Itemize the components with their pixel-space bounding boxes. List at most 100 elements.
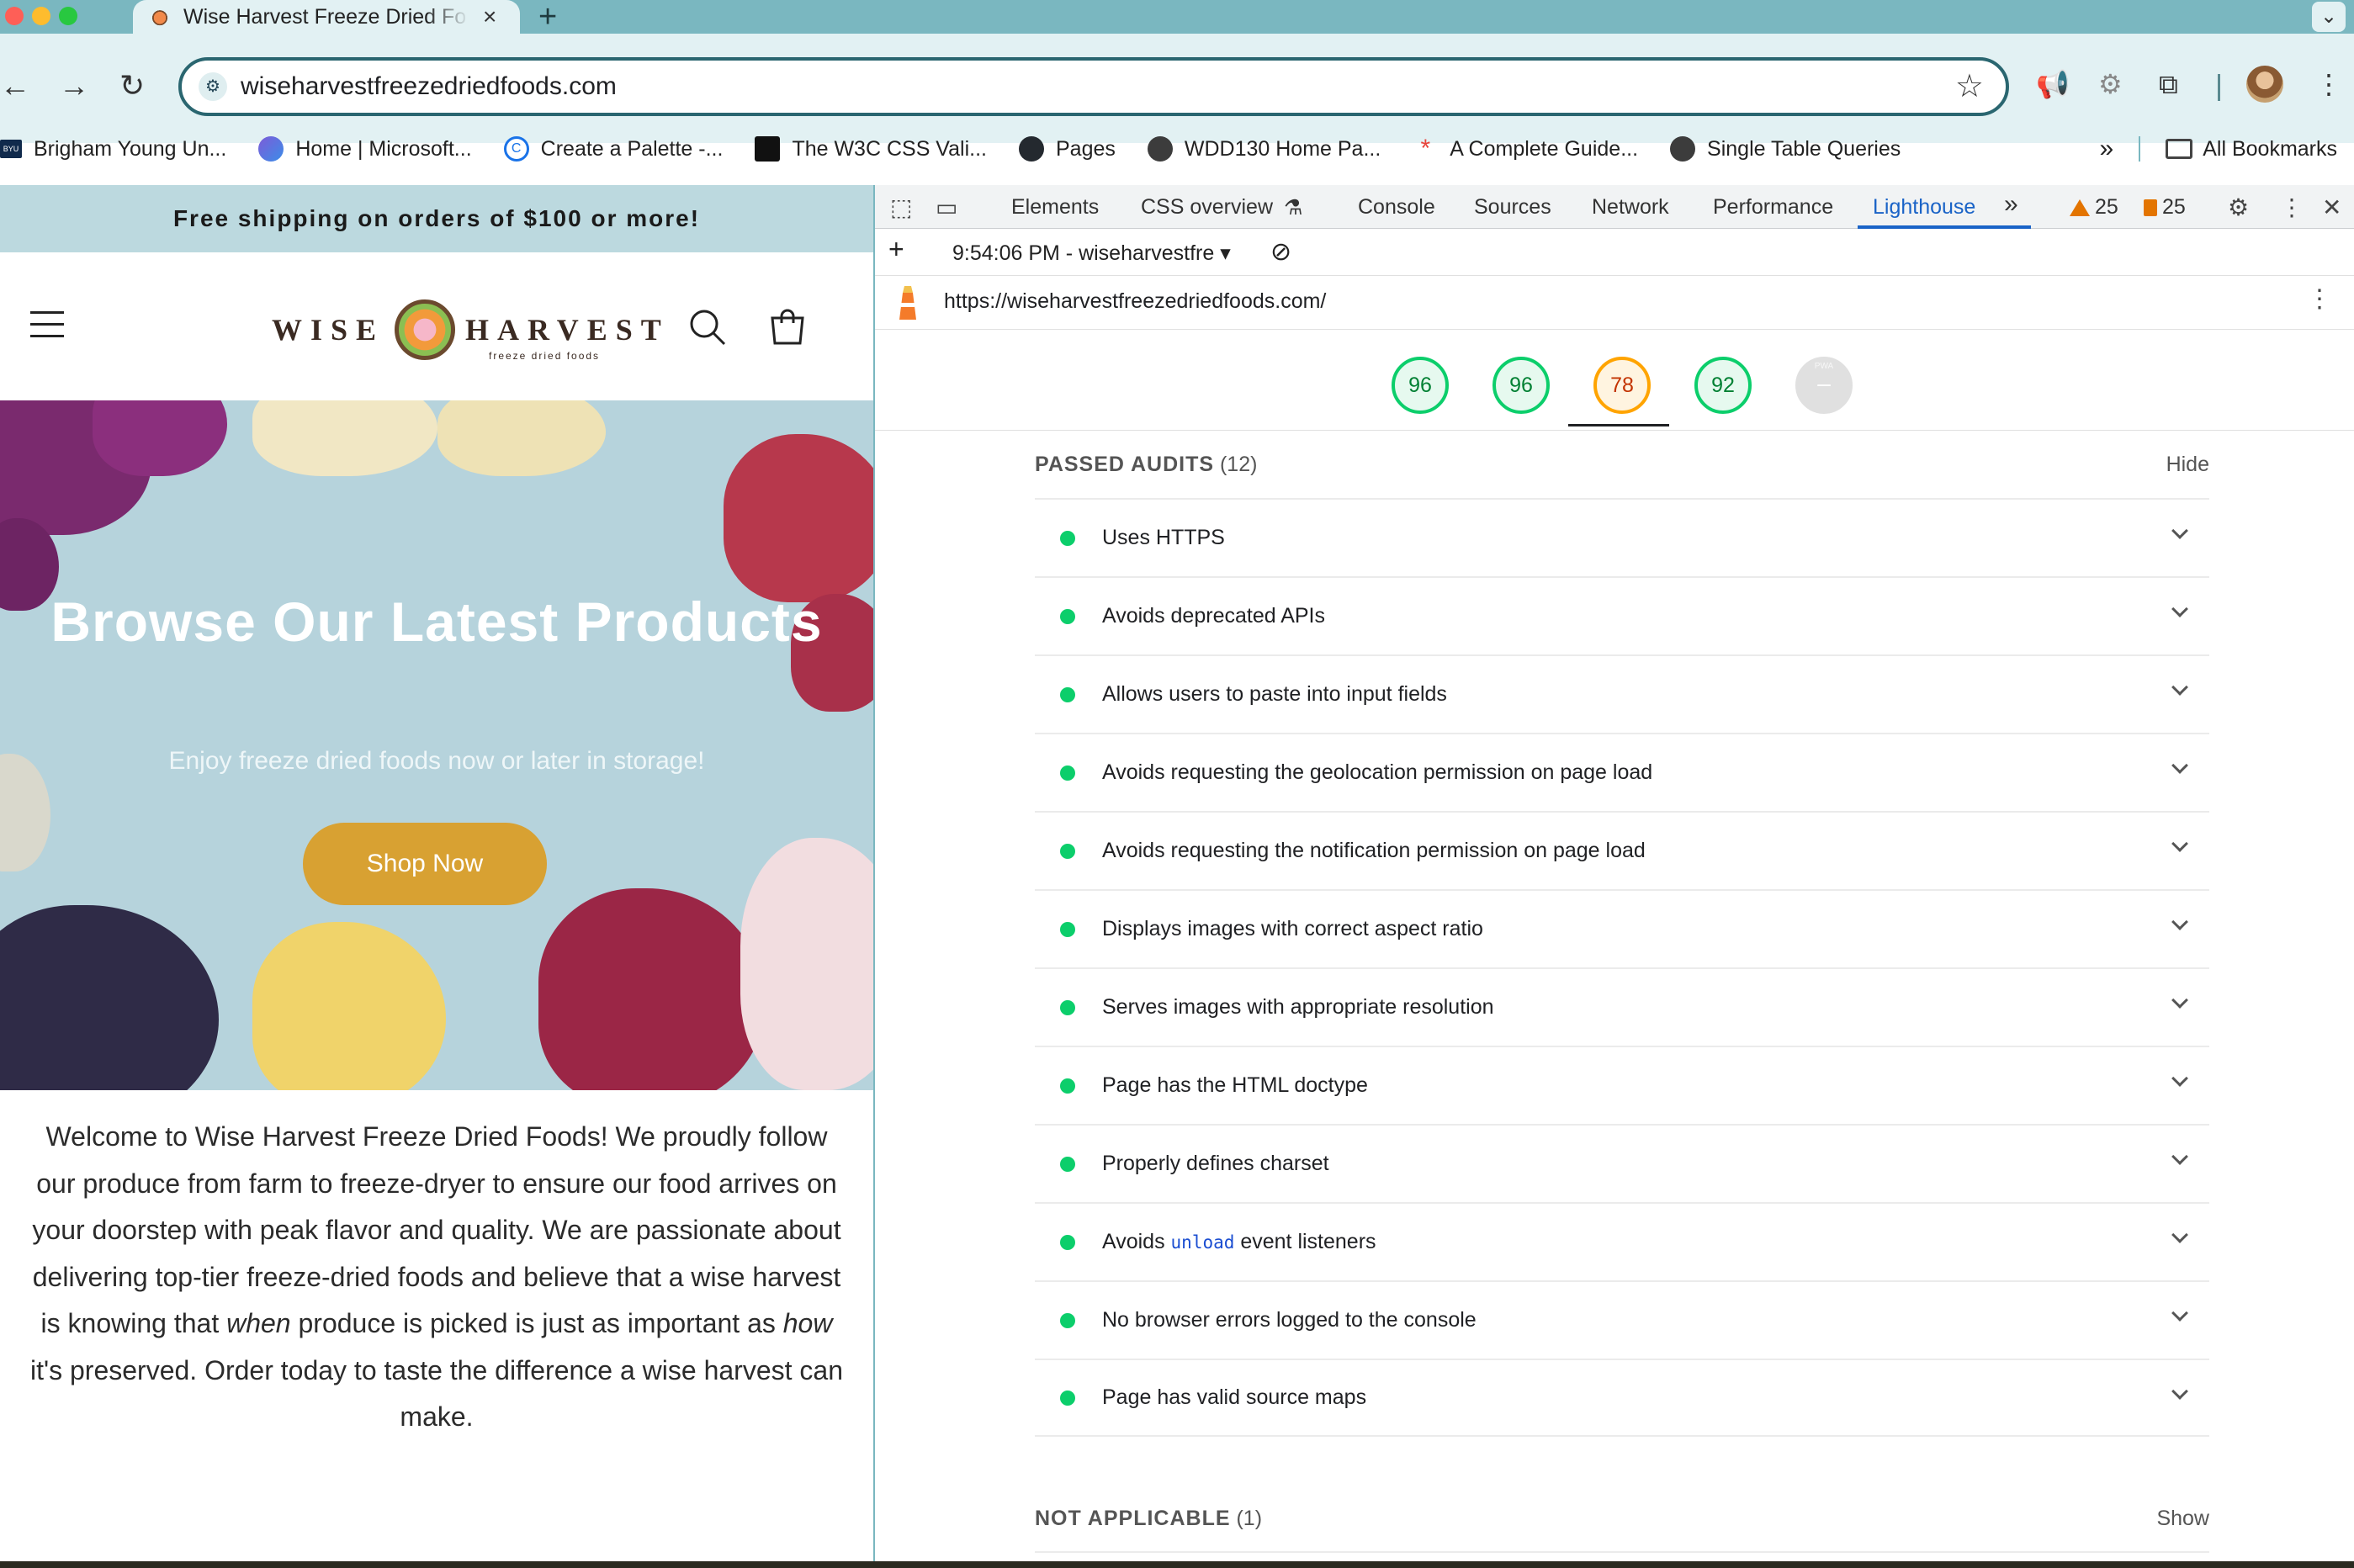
audit-row[interactable]: Avoids deprecated APIs	[1035, 576, 2209, 654]
score-gauges: 96 96 78 92 PWA –	[875, 330, 2354, 431]
expand-chevron-icon[interactable]	[2171, 1148, 2188, 1165]
extensions-puzzle-icon[interactable]: ⧉	[2159, 67, 2178, 101]
tab-network[interactable]: Network	[1592, 195, 1669, 220]
close-window-button[interactable]	[5, 7, 24, 25]
tab-sources[interactable]: Sources	[1474, 195, 1551, 220]
globe-icon	[1147, 136, 1173, 162]
bookmark-item[interactable]: WDD130 Home Pa...	[1147, 136, 1381, 162]
bookmark-item[interactable]: BYU Brigham Young Un...	[0, 137, 226, 162]
close-devtools-icon[interactable]: ✕	[2322, 193, 2341, 221]
more-bookmarks-chevron-icon[interactable]: »	[2100, 135, 2114, 163]
device-toolbar-icon[interactable]: ▭	[936, 193, 957, 221]
score-gauge-best-practices[interactable]: 78	[1593, 357, 1651, 414]
close-tab-icon[interactable]: ×	[483, 3, 496, 30]
zoom-window-button[interactable]	[59, 7, 77, 25]
pass-dot-icon	[1060, 1156, 1075, 1172]
welcome-text: it's preserved. Order today to taste the…	[29, 1354, 843, 1433]
bookmark-star-icon[interactable]: ☆	[1955, 67, 1984, 105]
expand-chevron-icon[interactable]	[2171, 1226, 2188, 1243]
menu-hamburger-icon[interactable]	[30, 311, 64, 340]
audit-row[interactable]: Serves images with appropriate resolutio…	[1035, 967, 2209, 1046]
score-gauge-accessibility[interactable]: 96	[1492, 357, 1550, 414]
audit-row[interactable]: Uses HTTPS	[1035, 498, 2209, 576]
cart-icon[interactable]	[767, 306, 808, 347]
pineapple-decoration	[437, 400, 606, 476]
tab-lighthouse[interactable]: Lighthouse	[1873, 195, 1975, 220]
bookmark-item[interactable]: Single Table Queries	[1670, 136, 1901, 162]
tab-css-overview[interactable]: CSS overview	[1141, 195, 1273, 220]
expand-chevron-icon[interactable]	[2171, 914, 2188, 930]
tab-search-chevron-icon[interactable]: ⌄	[2312, 2, 2346, 32]
score-gauge-performance[interactable]: 96	[1392, 357, 1449, 414]
pass-dot-icon	[1060, 921, 1075, 937]
tab-title: Wise Harvest Freeze Dried Fo	[183, 4, 467, 29]
settings-gear-icon[interactable]: ⚙	[2228, 193, 2249, 221]
extension-megaphone-icon[interactable]: 📢	[2036, 67, 2070, 101]
audit-row[interactable]: Page has the HTML doctype	[1035, 1046, 2209, 1124]
browser-menu-icon[interactable]: ⋮	[2315, 67, 2342, 101]
inspect-element-icon[interactable]: ⬚	[890, 193, 912, 221]
minimize-window-button[interactable]	[32, 7, 50, 25]
browser-tab-active[interactable]: Wise Harvest Freeze Dried Fo ×	[133, 0, 520, 34]
new-tab-button[interactable]: +	[538, 0, 557, 34]
report-selector[interactable]: 9:54:06 PM - wiseharvestfre ▾	[952, 241, 1231, 266]
shop-now-button[interactable]: Shop Now	[303, 823, 547, 905]
bookmark-label: Home | Microsoft...	[295, 136, 472, 161]
more-tabs-chevron-icon[interactable]: »	[2004, 190, 2018, 219]
all-bookmarks-button[interactable]: All Bookmarks	[2166, 137, 2337, 162]
pwa-dash-icon: –	[1817, 370, 1831, 396]
audit-row[interactable]: Avoids requesting the geolocation permis…	[1035, 733, 2209, 811]
bookmark-label: Create a Palette -...	[540, 136, 724, 161]
hide-passed-audits-button[interactable]: Hide	[2166, 453, 2209, 477]
site-logo[interactable]: WISE HARVEST freeze dried foods	[272, 299, 670, 362]
devtools-menu-icon[interactable]: ⋮	[2280, 193, 2304, 221]
expand-chevron-icon[interactable]	[2171, 601, 2188, 617]
score-gauge-pwa[interactable]: PWA –	[1795, 357, 1853, 414]
expand-chevron-icon[interactable]	[2171, 679, 2188, 696]
forward-arrow-icon[interactable]: →	[59, 69, 89, 103]
back-arrow-icon[interactable]: ←	[0, 69, 30, 103]
audit-row[interactable]: Properly defines charset	[1035, 1124, 2209, 1202]
profile-avatar[interactable]	[2246, 66, 2283, 103]
raspberry-decoration	[538, 888, 766, 1090]
score-gauge-seo[interactable]: 92	[1694, 357, 1752, 414]
tab-elements[interactable]: Elements	[1011, 195, 1099, 220]
expand-chevron-icon[interactable]	[2171, 522, 2188, 539]
bookmark-item[interactable]: * A Complete Guide...	[1413, 136, 1638, 162]
search-icon[interactable]	[688, 308, 727, 347]
report-menu-icon[interactable]: ⋮	[2307, 284, 2332, 314]
extension-gear-icon[interactable]: ⚙	[2098, 67, 2123, 101]
expand-chevron-icon[interactable]	[2171, 835, 2188, 852]
expand-chevron-icon[interactable]	[2171, 1305, 2188, 1322]
audit-row[interactable]: Displays images with correct aspect rati…	[1035, 889, 2209, 967]
reload-icon[interactable]: ↻	[119, 69, 145, 103]
audit-row[interactable]: Allows users to paste into input fields	[1035, 654, 2209, 733]
audit-row[interactable]: No browser errors logged to the console	[1035, 1280, 2209, 1359]
audit-row[interactable]: Avoids unload event listeners	[1035, 1202, 2209, 1280]
bookmark-item[interactable]: The W3C CSS Vali...	[755, 136, 987, 162]
expand-chevron-icon[interactable]	[2171, 992, 2188, 1009]
warnings-badge[interactable]: 25	[2070, 195, 2118, 220]
toolbar-divider	[2218, 74, 2220, 101]
address-bar-url[interactable]: wiseharvestfreezedriedfoods.com	[241, 72, 617, 101]
tab-console[interactable]: Console	[1358, 195, 1435, 220]
devtools-panel: ⬚ ▭ Elements CSS overview ⚗ Console Sour…	[873, 185, 2354, 1568]
address-bar[interactable]: ⚙ wiseharvestfreezedriedfoods.com ☆	[178, 57, 2009, 116]
css-tricks-icon: *	[1420, 135, 1431, 162]
audit-row[interactable]: Page has valid source maps	[1035, 1359, 2209, 1437]
expand-chevron-icon[interactable]	[2171, 1383, 2188, 1400]
bookmark-item[interactable]: C Create a Palette -...	[503, 136, 724, 162]
bookmark-item[interactable]: Home | Microsoft...	[258, 136, 472, 162]
tab-performance[interactable]: Performance	[1713, 195, 1833, 220]
clear-reports-icon[interactable]: ⊘	[1270, 237, 1291, 267]
audited-url[interactable]: https://wiseharvestfreezedriedfoods.com/	[944, 289, 1326, 314]
microsoft-icon	[258, 136, 284, 162]
audit-row[interactable]: Avoids requesting the notification permi…	[1035, 811, 2209, 889]
site-info-icon[interactable]: ⚙	[199, 72, 227, 101]
issues-badge[interactable]: 25	[2144, 195, 2186, 220]
bookmark-item[interactable]: Pages	[1018, 136, 1116, 162]
expand-chevron-icon[interactable]	[2171, 757, 2188, 774]
expand-chevron-icon[interactable]	[2171, 1070, 2188, 1087]
show-not-applicable-button[interactable]: Show	[2156, 1507, 2209, 1531]
new-report-icon[interactable]: +	[888, 234, 904, 265]
